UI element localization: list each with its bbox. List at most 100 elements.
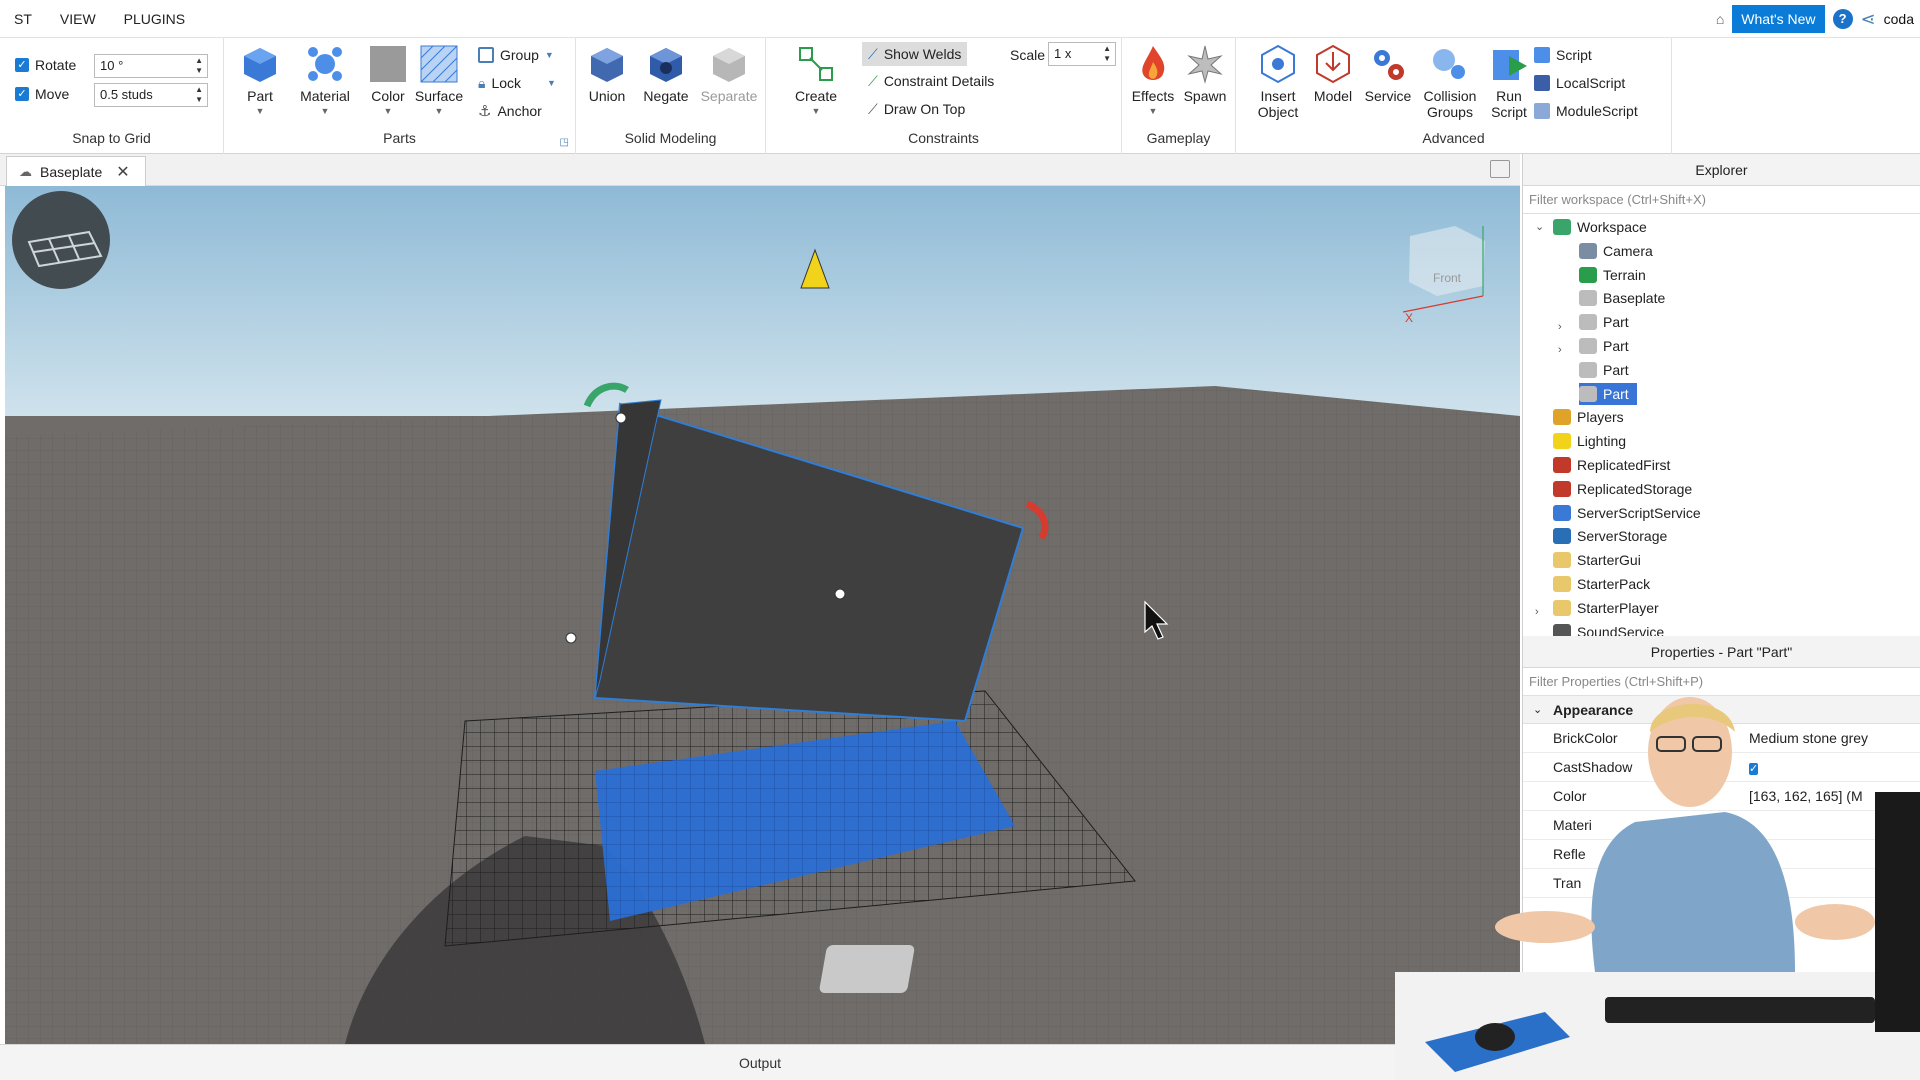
draw-on-top-button[interactable]: ⟋Draw On Top (868, 98, 965, 120)
constraints-section: Create▼ ⟋Show Welds ⟋Constraint Details … (766, 38, 1122, 154)
module-script-button[interactable]: ModuleScript (1534, 100, 1638, 122)
tree-item-part[interactable]: Part (1579, 359, 1629, 381)
help-icon[interactable]: ? (1833, 9, 1853, 29)
expand-chevron-icon[interactable]: › (1558, 344, 1562, 356)
color-button[interactable]: Color▼ (366, 44, 410, 116)
expand-chevron-icon[interactable]: › (1558, 321, 1562, 333)
lock-button[interactable]: 🔒︎Lock▼ (478, 72, 556, 94)
spinner-arrows-icon[interactable]: ▲▼ (195, 85, 203, 105)
replicated-icon (1553, 481, 1571, 497)
menu-view[interactable]: VIEW (46, 0, 110, 38)
tree-item-baseplate[interactable]: Baseplate (1579, 287, 1665, 309)
insert-object-button[interactable]: InsertObject (1250, 44, 1306, 120)
tree-item-label: Terrain (1603, 267, 1646, 283)
part-button[interactable]: Part▼ (236, 44, 284, 116)
script-button[interactable]: Script (1534, 44, 1592, 66)
group-icon (478, 47, 494, 63)
user-name[interactable]: coda (1884, 11, 1914, 27)
move-toggle[interactable]: ✓ Move (15, 83, 69, 105)
tree-item-part[interactable]: Part (1579, 383, 1637, 405)
tree-item-starterpack[interactable]: StarterPack (1553, 573, 1650, 595)
material-button[interactable]: Material▼ (296, 44, 354, 116)
tree-item-label: Camera (1603, 243, 1653, 259)
section-label: Constraints (766, 130, 1121, 146)
rotate-toggle[interactable]: ✓ Rotate (15, 54, 76, 76)
resize-handle[interactable] (566, 633, 576, 643)
material-label: Material (300, 88, 350, 104)
union-button[interactable]: Union (582, 44, 632, 104)
menu-plugins[interactable]: PLUGINS (110, 0, 199, 38)
collapse-chevron-icon[interactable]: ⌄ (1535, 220, 1544, 233)
tree-item-starterplayer[interactable]: StarterPlayer (1553, 597, 1659, 619)
tab-baseplate[interactable]: ☁ Baseplate ✕ (6, 156, 146, 186)
folder-icon (1553, 600, 1571, 616)
dropdown-icon: ▼ (547, 78, 556, 88)
3d-viewport[interactable]: Front X (5, 186, 1520, 1044)
run-script-button[interactable]: RunScript (1482, 44, 1536, 120)
spinner-arrows-icon[interactable]: ▲▼ (1103, 44, 1111, 64)
collapse-ribbon-icon[interactable]: ⌂ (1716, 11, 1724, 27)
tree-item-camera[interactable]: Camera (1579, 240, 1653, 262)
service-button[interactable]: Service (1360, 44, 1416, 104)
local-script-button[interactable]: LocalScript (1534, 72, 1625, 94)
tree-item-players[interactable]: Players (1553, 406, 1624, 428)
constraint-details-icon: ⟋ (868, 73, 878, 90)
webcam-overlay (1395, 672, 1920, 1080)
tree-item-replicatedfirst[interactable]: ReplicatedFirst (1553, 454, 1670, 476)
model-button[interactable]: Model (1308, 44, 1358, 104)
share-icon[interactable]: ⋖ (1861, 9, 1876, 30)
tree-item-workspace[interactable]: Workspace (1553, 216, 1647, 238)
local-script-icon (1534, 75, 1550, 91)
close-icon[interactable]: ✕ (116, 162, 129, 182)
rotate-snap-input[interactable]: 10 ° ▲▼ (94, 54, 208, 78)
menu-right-tools: ⌂ What's New ? ⋖ coda (1716, 0, 1920, 38)
checkbox-icon[interactable]: ✓ (15, 87, 29, 101)
output-panel-tab[interactable]: Output (0, 1044, 1520, 1080)
create-constraint-button[interactable]: Create▼ (790, 44, 842, 116)
snap-to-grid-section: ✓ Rotate 10 ° ▲▼ ✓ Move 0.5 studs ▲▼ Sna… (0, 38, 224, 154)
resize-handle[interactable] (835, 589, 845, 599)
advanced-section: InsertObject Model Service CollisionGrou… (1236, 38, 1672, 154)
globe-icon (1553, 219, 1571, 235)
tree-item-lighting[interactable]: Lighting (1553, 430, 1626, 452)
tree-item-part[interactable]: Part (1579, 335, 1629, 357)
resize-handle[interactable] (616, 413, 626, 423)
spawn-button[interactable]: Spawn (1180, 44, 1230, 104)
menu-test[interactable]: ST (0, 0, 46, 38)
expand-chevron-icon[interactable]: › (1535, 606, 1539, 618)
tree-item-replicatedstorage[interactable]: ReplicatedStorage (1553, 478, 1692, 500)
group-button[interactable]: Group▼ (478, 44, 554, 66)
tree-item-terrain[interactable]: Terrain (1579, 264, 1646, 286)
insert-object-label-1: Insert (1260, 88, 1295, 104)
explorer-filter-input[interactable]: Filter workspace (Ctrl+Shift+X) (1523, 186, 1920, 214)
effects-button[interactable]: Effects▼ (1128, 44, 1178, 116)
tree-item-serverscriptservice[interactable]: ServerScriptService (1553, 502, 1701, 524)
dropdown-icon: ▼ (412, 106, 466, 116)
scene-render[interactable]: Front X (5, 186, 1520, 1044)
scale-input[interactable]: 1 x ▲▼ (1048, 42, 1116, 66)
tree-item-serverstorage[interactable]: ServerStorage (1553, 525, 1667, 547)
section-launcher-icon[interactable]: ◳ (560, 137, 569, 148)
checkbox-icon[interactable]: ✓ (15, 58, 29, 72)
whats-new-button[interactable]: What's New (1732, 5, 1824, 33)
constraint-details-button[interactable]: ⟋ Constraint Details (868, 70, 994, 92)
spinner-arrows-icon[interactable]: ▲▼ (195, 56, 203, 76)
explorer-panel: Explorer Filter workspace (Ctrl+Shift+X)… (1522, 154, 1920, 636)
show-welds-button[interactable]: ⟋Show Welds (862, 42, 967, 66)
tree-item-startergui[interactable]: StarterGui (1553, 549, 1641, 571)
collision-groups-button[interactable]: CollisionGroups (1418, 44, 1482, 120)
surface-button[interactable]: Surface▼ (412, 44, 466, 116)
grid-toggle-button[interactable] (12, 191, 110, 289)
negate-button[interactable]: Negate (638, 44, 694, 104)
run-script-label-1: Run (1496, 88, 1522, 104)
tree-item-part[interactable]: Part (1579, 311, 1629, 333)
constraint-details-label: Constraint Details (884, 73, 995, 89)
camera-icon (1579, 243, 1597, 259)
small-part[interactable] (819, 945, 915, 993)
tree-item-label: ServerScriptService (1577, 505, 1701, 521)
separate-button[interactable]: Separate (698, 44, 760, 104)
move-snap-input[interactable]: 0.5 studs ▲▼ (94, 83, 208, 107)
float-panel-icon[interactable] (1490, 160, 1510, 178)
anchor-button[interactable]: ⚓︎Anchor (478, 100, 542, 122)
module-script-label: ModuleScript (1556, 103, 1638, 119)
